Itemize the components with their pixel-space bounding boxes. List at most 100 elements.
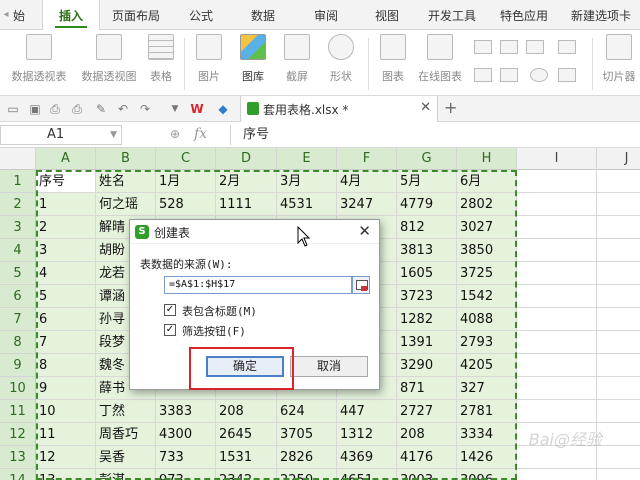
cell-g6[interactable]: 3723	[397, 285, 457, 308]
tab-view[interactable]: 视图	[362, 0, 412, 30]
cell-j12[interactable]	[597, 423, 640, 446]
cell-d13[interactable]: 1531	[216, 446, 277, 469]
cell-b13[interactable]: 吴香	[96, 446, 156, 469]
cell-i11[interactable]	[517, 400, 597, 423]
pivot-table-button[interactable]: 数据透视表	[6, 34, 72, 84]
row-header-13[interactable]: 13	[0, 446, 36, 469]
cell-h7[interactable]: 4088	[457, 308, 517, 331]
close-tab-icon[interactable]: ✕	[420, 100, 431, 115]
cell-g11[interactable]: 2727	[397, 400, 457, 423]
cell-a12[interactable]: 11	[36, 423, 96, 446]
tab-page-layout[interactable]: 页面布局	[104, 0, 168, 30]
tab-special[interactable]: 特色应用	[492, 0, 556, 30]
row-header-5[interactable]: 5	[0, 262, 36, 285]
cell-i14[interactable]	[517, 469, 597, 480]
save-icon[interactable]: ▣	[28, 102, 42, 116]
row-header-7[interactable]: 7	[0, 308, 36, 331]
cell-g7[interactable]: 1282	[397, 308, 457, 331]
gallery-button[interactable]: 图库	[236, 34, 270, 84]
row-header-11[interactable]: 11	[0, 400, 36, 423]
ok-button[interactable]: 确定	[206, 356, 284, 377]
column-header-f[interactable]: F	[337, 148, 397, 170]
cell-j10[interactable]	[597, 377, 640, 400]
cell-f13[interactable]: 4369	[337, 446, 397, 469]
pivot-chart-button[interactable]: 数据透视图	[78, 34, 140, 84]
cloud-icon[interactable]: ◆	[216, 102, 230, 116]
cell-i5[interactable]	[517, 262, 597, 285]
cell-g8[interactable]: 1391	[397, 331, 457, 354]
cell-a14[interactable]: 13	[36, 469, 96, 480]
bar-chart-small-icon[interactable]	[474, 68, 492, 82]
cell-g14[interactable]: 3003	[397, 469, 457, 480]
cell-c14[interactable]: 973	[156, 469, 216, 480]
cell-e13[interactable]: 2826	[277, 446, 337, 469]
cell-h9[interactable]: 4205	[457, 354, 517, 377]
cell-e12[interactable]: 3705	[277, 423, 337, 446]
cell-b2[interactable]: 何之瑶	[96, 193, 156, 216]
cell-a11[interactable]: 10	[36, 400, 96, 423]
cell-g9[interactable]: 3290	[397, 354, 457, 377]
cell-i7[interactable]	[517, 308, 597, 331]
column-header-c[interactable]: C	[156, 148, 216, 170]
cell-i4[interactable]	[517, 239, 597, 262]
column-header-a[interactable]: A	[36, 148, 96, 170]
cell-d14[interactable]: 2342	[216, 469, 277, 480]
slicer-button[interactable]: 切片器	[598, 34, 640, 84]
cell-g12[interactable]: 208	[397, 423, 457, 446]
cell-a3[interactable]: 2	[36, 216, 96, 239]
row-header-1[interactable]: 1	[0, 170, 36, 193]
cell-j8[interactable]	[597, 331, 640, 354]
row-header-2[interactable]: 2	[0, 193, 36, 216]
cell-f2[interactable]: 3247	[337, 193, 397, 216]
cell-j3[interactable]	[597, 216, 640, 239]
cell-h6[interactable]: 1542	[457, 285, 517, 308]
cell-b14[interactable]: 彭湛	[96, 469, 156, 480]
screenshot-button[interactable]: 截屏	[280, 34, 314, 84]
column-chart-icon[interactable]	[474, 40, 492, 54]
column-header-j[interactable]: J	[597, 148, 640, 170]
chevron-down-icon[interactable]: ▼	[168, 102, 182, 116]
redo-icon[interactable]: ↷	[138, 102, 152, 116]
cell-h4[interactable]: 3850	[457, 239, 517, 262]
shapes-button[interactable]: 形状	[324, 34, 358, 84]
cell-i9[interactable]	[517, 354, 597, 377]
cell-j11[interactable]	[597, 400, 640, 423]
cell-e14[interactable]: 2250	[277, 469, 337, 480]
radar-chart-icon[interactable]	[500, 68, 518, 82]
cell-g13[interactable]: 4176	[397, 446, 457, 469]
cell-a13[interactable]: 12	[36, 446, 96, 469]
cell-a10[interactable]: 9	[36, 377, 96, 400]
row-header-4[interactable]: 4	[0, 239, 36, 262]
column-header-d[interactable]: D	[216, 148, 277, 170]
cell-f11[interactable]: 447	[337, 400, 397, 423]
cell-j2[interactable]	[597, 193, 640, 216]
chevron-down-icon[interactable]: ▼	[110, 126, 117, 144]
line-chart-icon[interactable]	[500, 40, 518, 54]
table-button[interactable]: 表格	[146, 34, 176, 84]
cell-e1[interactable]: 3月	[277, 170, 337, 193]
tab-formulas[interactable]: 公式	[178, 0, 224, 30]
cancel-button[interactable]: 取消	[290, 356, 368, 377]
picture-button[interactable]: 图片	[192, 34, 226, 84]
cell-h5[interactable]: 3725	[457, 262, 517, 285]
other-chart-icon[interactable]	[558, 68, 576, 82]
cell-a6[interactable]: 5	[36, 285, 96, 308]
has-header-checkbox[interactable]: ✓	[164, 304, 176, 316]
close-icon[interactable]: ✕	[358, 222, 371, 240]
cell-a1[interactable]: 序号	[36, 170, 96, 193]
cell-c12[interactable]: 4300	[156, 423, 216, 446]
cell-i6[interactable]	[517, 285, 597, 308]
cell-d11[interactable]: 208	[216, 400, 277, 423]
tab-data[interactable]: 数据	[238, 0, 288, 30]
cell-d2[interactable]: 1111	[216, 193, 277, 216]
cell-b12[interactable]: 周香巧	[96, 423, 156, 446]
cell-h2[interactable]: 2802	[457, 193, 517, 216]
cell-j13[interactable]	[597, 446, 640, 469]
row-header-3[interactable]: 3	[0, 216, 36, 239]
column-header-e[interactable]: E	[277, 148, 337, 170]
cell-a8[interactable]: 7	[36, 331, 96, 354]
column-header-g[interactable]: G	[397, 148, 457, 170]
scatter-chart-icon[interactable]	[558, 40, 576, 54]
cell-h14[interactable]: 3096	[457, 469, 517, 480]
cell-a9[interactable]: 8	[36, 354, 96, 377]
